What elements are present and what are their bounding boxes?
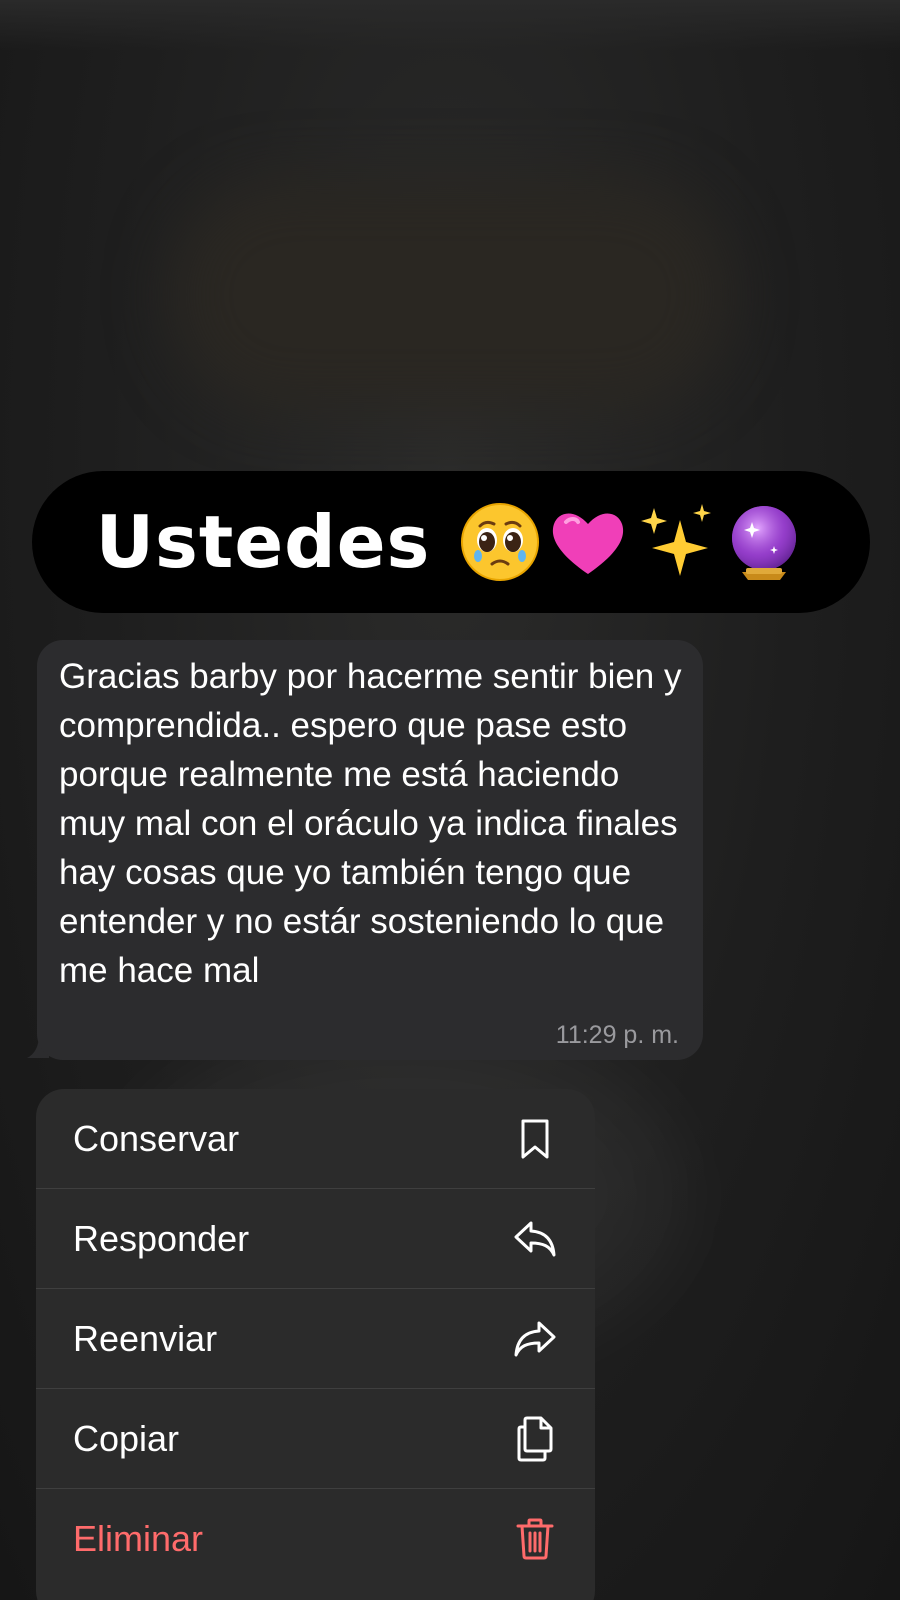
menu-item-conservar[interactable]: Conservar: [36, 1089, 595, 1189]
menu-item-label: Conservar: [73, 1117, 240, 1159]
sticker-emojis: [458, 500, 806, 584]
message-timestamp: 11:29 p. m.: [555, 1021, 679, 1049]
menu-item-label: Copiar: [73, 1417, 180, 1459]
sticker-message[interactable]: Ustedes: [32, 471, 870, 613]
menu-item-eliminar[interactable]: Eliminar: [36, 1489, 595, 1589]
context-menu: Conservar Responder Reenviar Copiar Elim…: [36, 1089, 595, 1600]
blurred-background: [170, 180, 730, 410]
pink-heart-icon: [553, 513, 624, 574]
chat-screen: Ustedes Gracias barby por hacerme sentir…: [0, 0, 900, 1600]
menu-item-reenviar[interactable]: Reenviar: [36, 1289, 595, 1389]
bookmark-icon: [513, 1117, 557, 1161]
menu-item-label: Reenviar: [73, 1317, 218, 1359]
copy-icon: [513, 1416, 557, 1461]
message-bubble[interactable]: Gracias barby por hacerme sentir bien y …: [37, 640, 703, 1060]
sticker-content: Ustedes: [96, 500, 807, 584]
crystal-ball-icon: [732, 506, 797, 580]
sticker-text: Ustedes: [95, 500, 431, 584]
forward-icon: [513, 1317, 557, 1361]
blurred-header: [0, 0, 900, 50]
reply-icon: [513, 1217, 557, 1261]
menu-item-copiar[interactable]: Copiar: [36, 1389, 595, 1489]
message-text: Gracias barby por hacerme sentir bien y …: [59, 657, 682, 990]
pleading-face-icon: [461, 503, 540, 581]
menu-item-label: Responder: [73, 1217, 250, 1259]
sparkles-icon: [641, 504, 712, 576]
menu-item-label: Eliminar: [73, 1518, 204, 1559]
trash-icon: [513, 1517, 557, 1561]
menu-item-responder[interactable]: Responder: [36, 1189, 595, 1289]
